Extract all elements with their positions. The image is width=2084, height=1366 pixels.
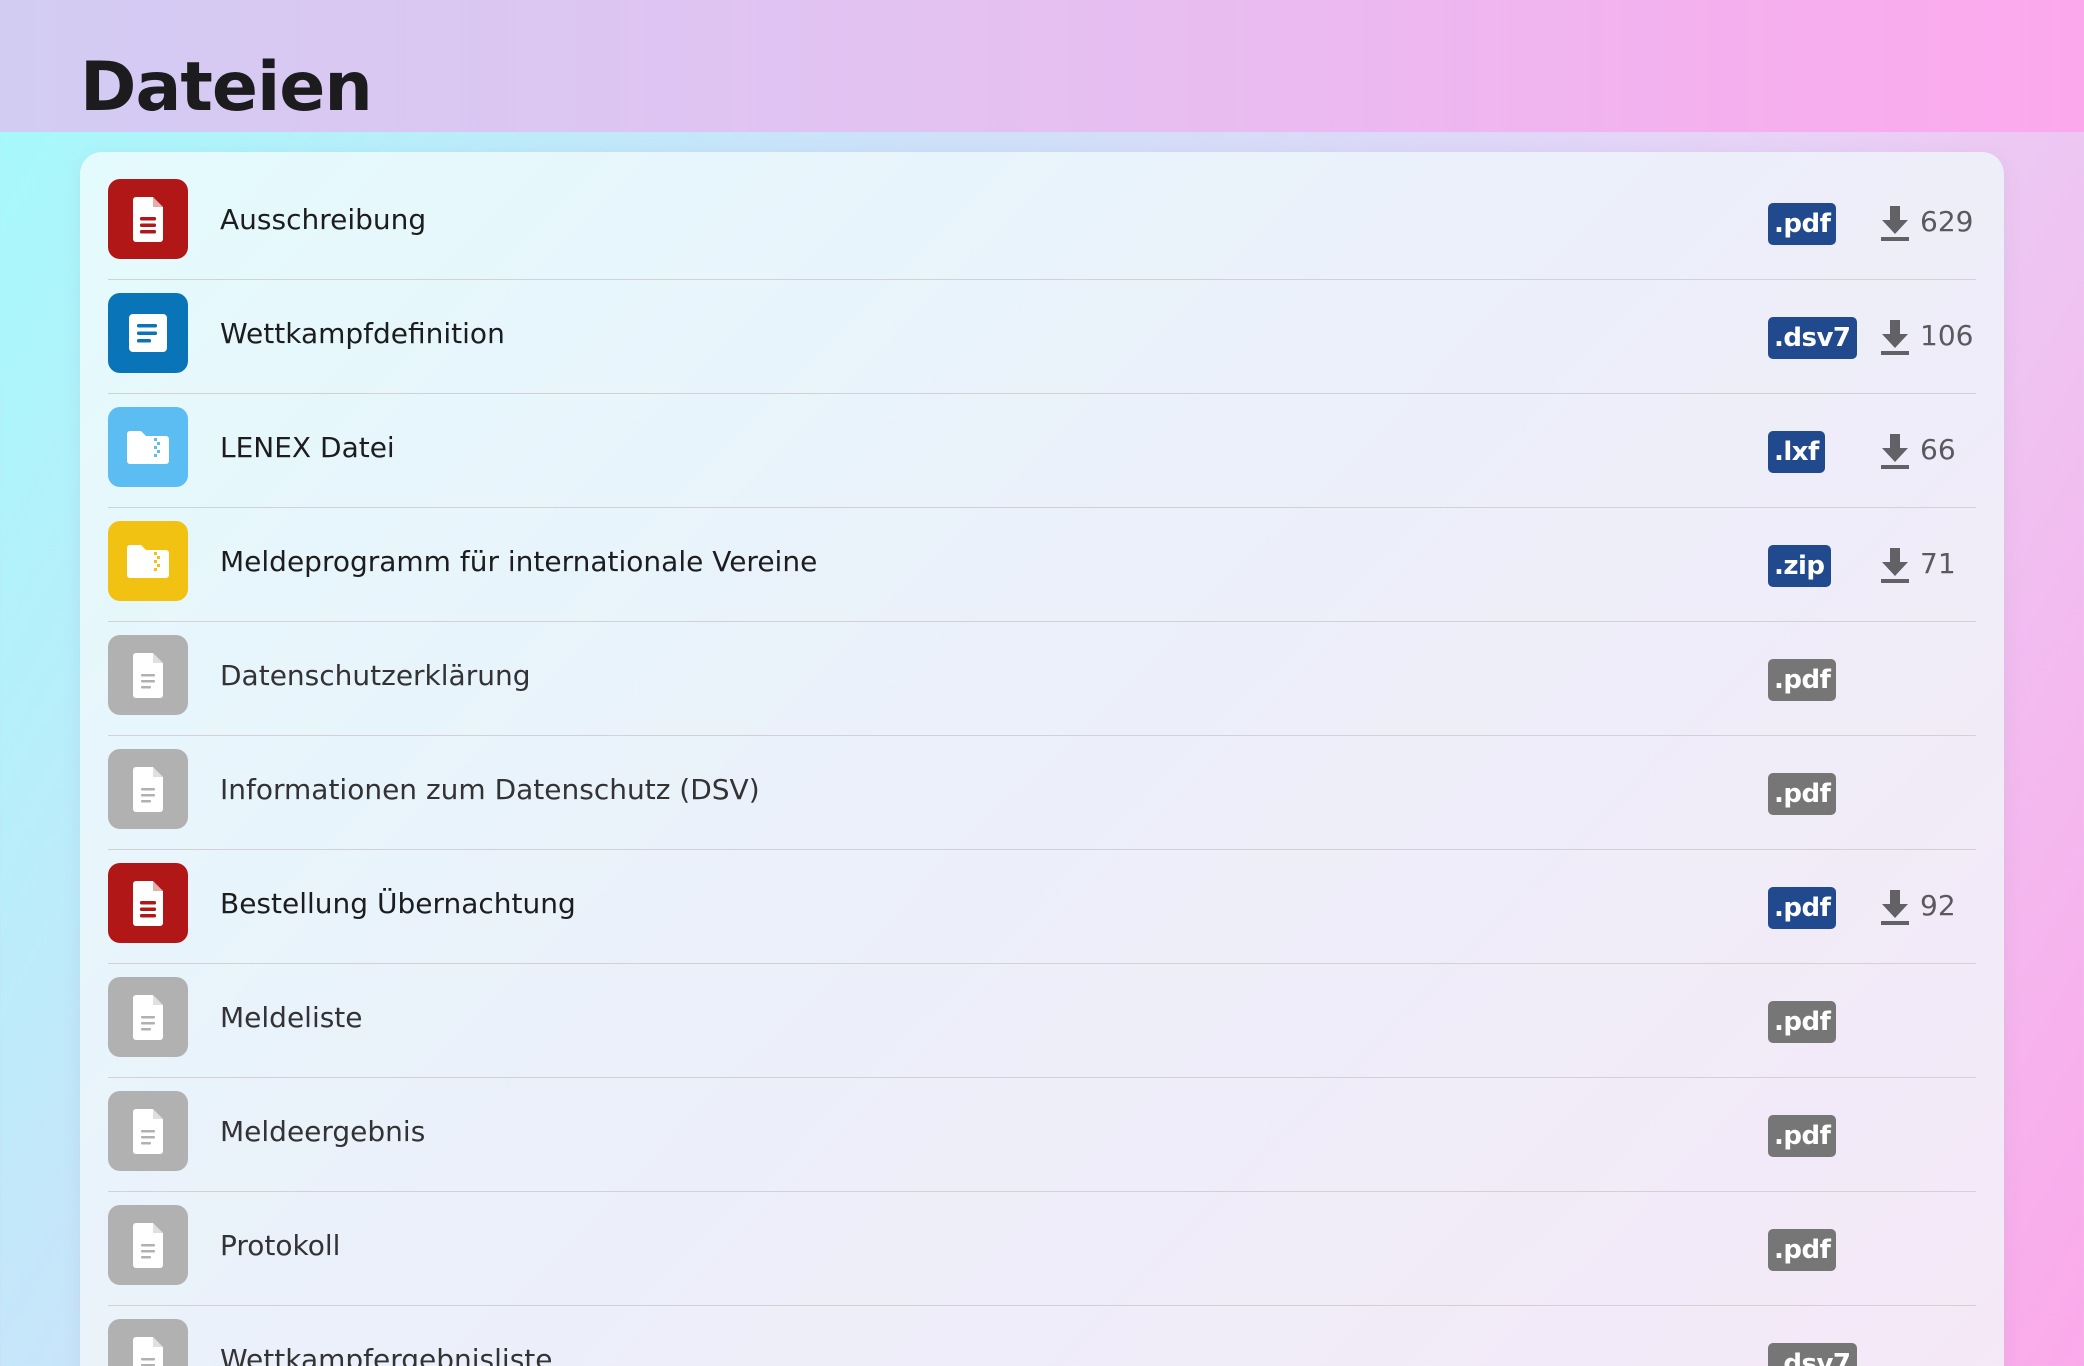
file-row[interactable]: LENEX Datei .lxf 66 [108,394,1976,508]
file-row[interactable]: Protokoll .pdf [108,1192,1976,1306]
file-extension-badge: .pdf [1768,659,1837,701]
file-name: LENEX Datei [220,431,395,464]
download-count: 92 [1920,889,1956,922]
file-name: Datenschutzerklärung [220,659,531,692]
file-row[interactable]: Meldeliste .pdf [108,964,1976,1078]
pdf-file-icon [108,863,188,943]
file-extension-badge: .pdf [1768,1001,1837,1043]
file-extension-badge: .lxf [1768,431,1825,473]
file-name: Bestellung Übernachtung [220,887,576,920]
file-name: Informationen zum Datenschutz (DSV) [220,773,760,806]
file-row[interactable]: Meldeergebnis .pdf [108,1078,1976,1192]
files-panel: Ausschreibung .pdf 629 Wettkampfdefiniti… [80,152,2004,1366]
file-extension-badge: .pdf [1768,1115,1837,1157]
file-row[interactable]: Ausschreibung .pdf 629 [108,166,1976,280]
file-extension-badge: .pdf [1768,887,1837,929]
file-icon [108,749,188,829]
file-extension-badge: .pdf [1768,1229,1837,1271]
file-name: Meldeliste [220,1001,363,1034]
zip-folder-icon [108,407,188,487]
download-icon [1880,546,1910,586]
file-icon [108,635,188,715]
file-name: Wettkampfdefinition [220,317,505,350]
download-count: 66 [1920,433,1956,466]
file-extension-badge: .pdf [1768,773,1837,815]
file-name: Meldeprogramm für internationale Vereine [220,545,818,578]
download-icon [1880,204,1910,244]
file-row[interactable]: Wettkampfdefinition .dsv7 106 [108,280,1976,394]
file-extension-badge: .dsv7 [1768,317,1857,359]
file-icon [108,1091,188,1171]
file-row[interactable]: Informationen zum Datenschutz (DSV) .pdf [108,736,1976,850]
file-row[interactable]: Bestellung Übernachtung .pdf 92 [108,850,1976,964]
zip-folder-icon [108,521,188,601]
file-name: Protokoll [220,1229,341,1262]
file-list: Ausschreibung .pdf 629 Wettkampfdefiniti… [108,166,1976,1366]
file-name: Wettkampfergebnisliste [220,1343,553,1366]
download-icon [1880,318,1910,358]
file-icon [108,1319,188,1366]
pdf-file-icon [108,179,188,259]
page-title: Dateien [80,48,373,127]
file-extension-badge: .zip [1768,545,1831,587]
file-extension-badge: .dsv7 [1768,1343,1857,1366]
page-header: Dateien [0,0,2084,132]
document-icon [108,293,188,373]
file-name: Ausschreibung [220,203,427,236]
file-row[interactable]: Meldeprogramm für internationale Vereine… [108,508,1976,622]
download-icon [1880,888,1910,928]
download-icon [1880,432,1910,472]
download-count: 71 [1920,547,1956,580]
file-icon [108,977,188,1057]
file-row[interactable]: Wettkampfergebnisliste .dsv7 [108,1306,1976,1366]
file-name: Meldeergebnis [220,1115,426,1148]
file-row[interactable]: Datenschutzerklärung .pdf [108,622,1976,736]
download-count: 629 [1920,205,1974,238]
file-extension-badge: .pdf [1768,203,1837,245]
file-icon [108,1205,188,1285]
download-count: 106 [1920,319,1974,352]
